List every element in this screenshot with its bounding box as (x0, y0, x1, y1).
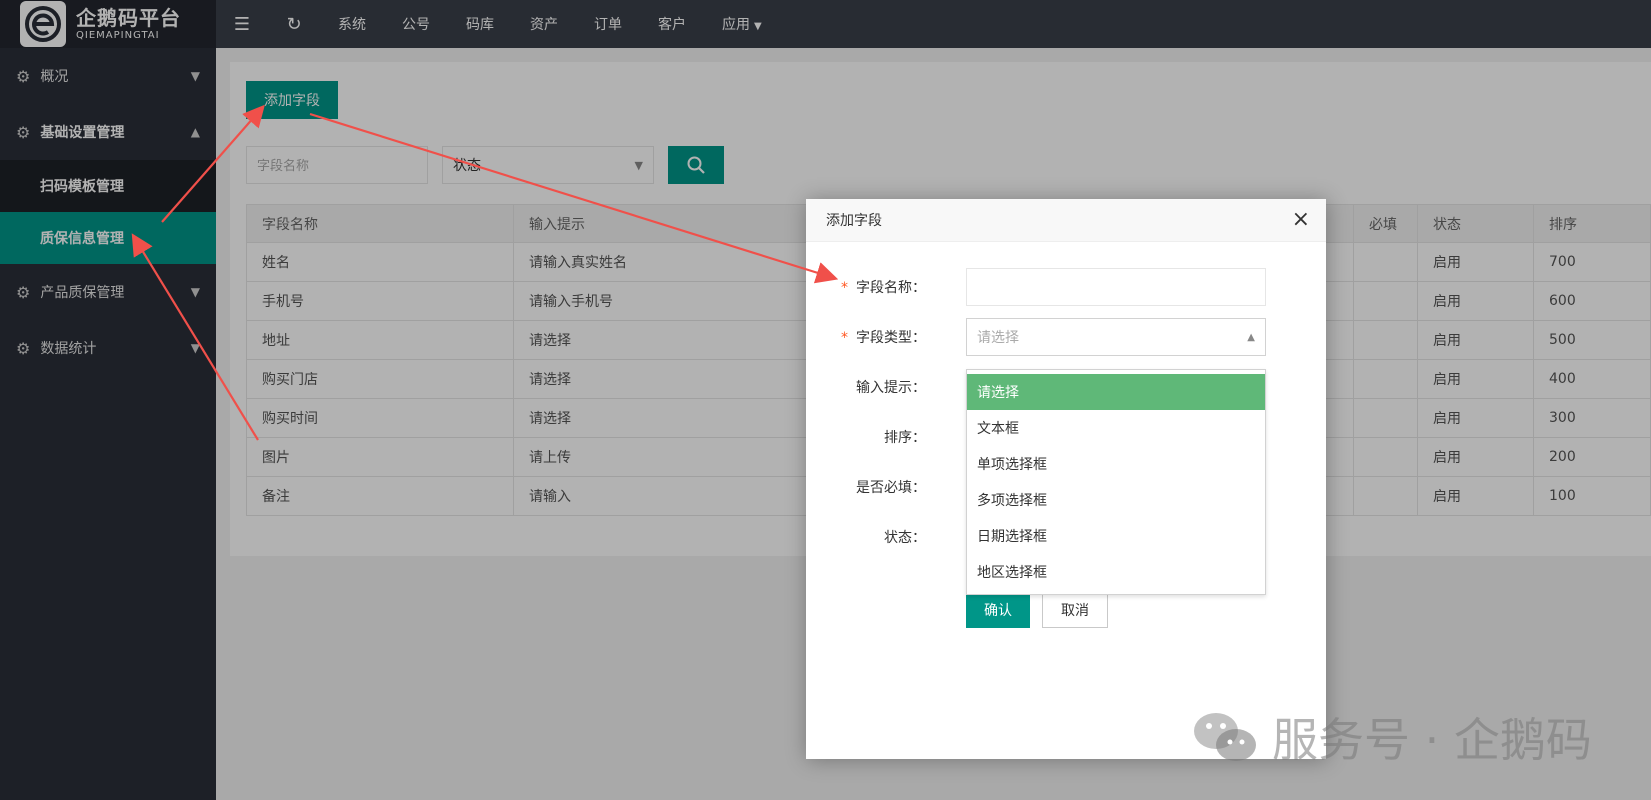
dropdown-option[interactable]: 请选择 (967, 374, 1265, 410)
close-icon[interactable]: × (1292, 209, 1310, 231)
dropdown-option[interactable]: 日期选择框 (967, 518, 1265, 554)
caret-up-icon: ▲ (1247, 331, 1255, 343)
confirm-button[interactable]: 确认 (966, 592, 1030, 628)
input-hint-label: 输入提示： (856, 380, 926, 396)
watermark: 服务号 · 企鹅码 (1192, 704, 1592, 770)
dropdown-option[interactable]: 单项选择框 (967, 446, 1265, 482)
cancel-button[interactable]: 取消 (1042, 592, 1108, 628)
status-label: 状态： (884, 530, 926, 546)
field-type-placeholder: 请选择 (977, 330, 1019, 346)
required-mark: * (841, 330, 848, 346)
field-name-input[interactable] (966, 268, 1266, 306)
dropdown-option[interactable]: 多项选择框 (967, 482, 1265, 518)
form-row-name: * 字段名称： (806, 268, 1326, 306)
field-name-label: * 字段名称： (806, 277, 946, 297)
dropdown-option[interactable]: 文本框 (967, 410, 1265, 446)
field-type-label: * 字段类型： (806, 327, 946, 347)
add-field-dialog: 添加字段 × * 字段名称： * 字段类型： 请选择 ▲ 输入提示： 排序： 是否必… (806, 199, 1326, 759)
field-type-dropdown: 请选择 文本框 单项选择框 多项选择框 日期选择框 地区选择框 (966, 369, 1266, 595)
required-label: 是否必填： (856, 480, 926, 496)
sort-label: 排序： (884, 430, 926, 446)
form-row-type: * 字段类型： 请选择 ▲ (806, 318, 1326, 356)
required-mark: * (841, 280, 848, 296)
field-name-label-text: 字段名称： (856, 280, 926, 296)
dropdown-option[interactable]: 地区选择框 (967, 554, 1265, 590)
wechat-icon (1194, 713, 1256, 761)
field-type-select[interactable]: 请选择 ▲ (966, 318, 1266, 356)
dialog-title: 添加字段 (806, 199, 1326, 242)
watermark-text: 服务号 · 企鹅码 (1272, 713, 1592, 767)
field-type-label-text: 字段类型： (856, 330, 926, 346)
